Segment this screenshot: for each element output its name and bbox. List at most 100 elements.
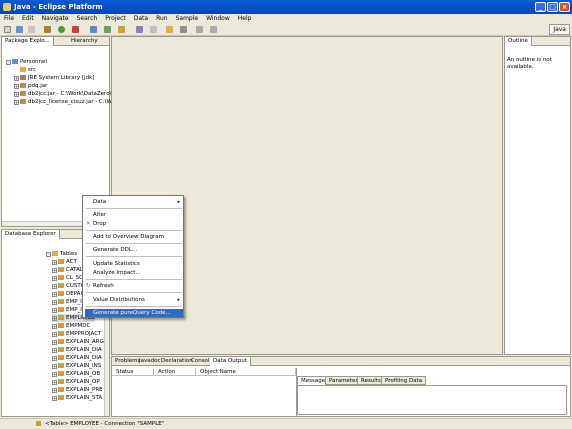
search-icon[interactable]: [150, 26, 157, 33]
menu-search[interactable]: Search: [73, 14, 102, 24]
table-item[interactable]: + EXPLAIN_OP: [52, 378, 100, 386]
table-item[interactable]: + EMPMDC: [52, 322, 90, 330]
table-item[interactable]: + ACT: [52, 258, 77, 266]
tab-package-explorer[interactable]: Package Explo...: [2, 37, 54, 46]
expand-icon[interactable]: +: [52, 332, 57, 337]
tree-item-jre[interactable]: + JRE System Library [jdk]: [14, 74, 94, 82]
table-item[interactable]: + EXPLAIN_DIA: [52, 354, 102, 362]
messages-area[interactable]: [297, 385, 567, 415]
save-icon[interactable]: [16, 26, 23, 33]
menu-run[interactable]: Run: [152, 14, 172, 24]
maximize-button[interactable]: □: [547, 2, 558, 12]
expand-icon[interactable]: +: [52, 324, 57, 329]
expand-icon[interactable]: +: [52, 396, 57, 401]
table-icon: [58, 267, 64, 272]
expand-icon[interactable]: +: [52, 348, 57, 353]
tree-item-tables[interactable]: - Tables: [46, 250, 77, 258]
back-icon[interactable]: [196, 26, 203, 33]
debug-icon[interactable]: [44, 26, 51, 33]
menu-item-add-to-overview-diagram[interactable]: Add to Overview Diagram: [85, 233, 183, 241]
table-icon: [58, 387, 64, 392]
tree-item-src[interactable]: src: [20, 66, 36, 74]
table-item[interactable]: + EXPLAIN_STA: [52, 394, 102, 402]
tab-hierarchy[interactable]: Hierarchy: [68, 37, 101, 46]
new-class-icon[interactable]: [118, 26, 125, 33]
menu-project[interactable]: Project: [101, 14, 130, 24]
tab-data-output[interactable]: Data Output: [210, 357, 251, 366]
expand-icon[interactable]: +: [14, 92, 19, 97]
menu-file[interactable]: File: [0, 14, 18, 24]
menu-item-refresh[interactable]: ↻ Refresh: [85, 282, 183, 290]
expand-icon[interactable]: +: [52, 284, 57, 289]
column-status[interactable]: Status: [112, 368, 154, 376]
expand-icon[interactable]: +: [52, 316, 57, 321]
print-icon[interactable]: [28, 26, 35, 33]
menu-data[interactable]: Data: [130, 14, 152, 24]
external-tools-icon[interactable]: [72, 26, 79, 33]
table-item[interactable]: + CATAL: [52, 266, 83, 274]
menu-help[interactable]: Help: [234, 14, 256, 24]
menu-navigate[interactable]: Navigate: [38, 14, 73, 24]
table-item[interactable]: + EXPLAIN_ARG: [52, 338, 104, 346]
expand-icon[interactable]: +: [52, 364, 57, 369]
menu-item-data[interactable]: Data ▸: [85, 198, 183, 206]
column-action[interactable]: Action: [154, 368, 196, 376]
table-item[interactable]: + DEPAI: [52, 290, 82, 298]
expand-icon[interactable]: +: [52, 268, 57, 273]
table-item[interactable]: + EXPLAIN_PRE: [52, 386, 103, 394]
table-item[interactable]: + CUSTO: [52, 282, 85, 290]
open-type-icon[interactable]: [136, 26, 143, 33]
tree-item-db2jcc-license[interactable]: + db2jcc_license_cisuz.jar - C:\Wo: [14, 98, 115, 106]
annotation-icon[interactable]: [180, 26, 187, 33]
expand-icon[interactable]: +: [52, 380, 57, 385]
menu-edit[interactable]: Edit: [18, 14, 38, 24]
collapse-icon[interactable]: -: [46, 252, 51, 257]
perspective-java[interactable]: Java: [549, 24, 570, 35]
new-package-icon[interactable]: [104, 26, 111, 33]
expand-icon[interactable]: +: [14, 76, 19, 81]
table-item[interactable]: + EMPPROJACT: [52, 330, 101, 338]
tab-database-explorer[interactable]: Database Explorer: [2, 230, 60, 239]
run-icon[interactable]: [58, 26, 65, 33]
minimize-button[interactable]: _: [535, 2, 546, 12]
expand-icon[interactable]: +: [52, 292, 57, 297]
tree-item-pdq[interactable]: + pdq.jar: [14, 82, 47, 90]
close-button[interactable]: ×: [559, 2, 570, 12]
expand-icon[interactable]: +: [52, 388, 57, 393]
menu-item-update-statistics[interactable]: Update Statistics: [85, 260, 183, 268]
table-item[interactable]: + EXPLAIN_DIA: [52, 346, 102, 354]
expand-icon[interactable]: +: [52, 372, 57, 377]
table-item[interactable]: + EMP_I: [52, 306, 82, 314]
new-java-project-icon[interactable]: [90, 26, 97, 33]
expand-icon[interactable]: +: [52, 308, 57, 313]
forward-icon[interactable]: [210, 26, 217, 33]
table-item[interactable]: + EXPLAIN_OB: [52, 370, 100, 378]
tree-item-db2jcc[interactable]: + db2jcc.jar - C:\Work\DataZero\j: [14, 90, 113, 98]
collapse-icon[interactable]: -: [6, 60, 11, 65]
tab-profiling-data[interactable]: Profiling Data: [381, 376, 427, 385]
expand-icon[interactable]: +: [52, 340, 57, 345]
menu-item-value-distributions[interactable]: Value Distributions ▸: [85, 296, 183, 304]
table-item[interactable]: + EMP_I: [52, 298, 82, 306]
menu-window[interactable]: Window: [202, 14, 234, 24]
table-item[interactable]: + CL_SC: [52, 274, 83, 282]
expand-icon[interactable]: +: [52, 300, 57, 305]
tree-item-personnel[interactable]: - Personnel: [6, 58, 47, 66]
expand-icon[interactable]: +: [52, 276, 57, 281]
expand-icon[interactable]: +: [14, 84, 19, 89]
column-object-name[interactable]: Object Name: [196, 368, 296, 376]
expand-icon[interactable]: +: [52, 260, 57, 265]
expand-icon[interactable]: +: [14, 100, 19, 105]
menu-sample[interactable]: Sample: [172, 14, 203, 24]
tab-outline[interactable]: Outline: [505, 37, 532, 46]
open-folder-icon[interactable]: [166, 26, 173, 33]
table-icon: [58, 307, 64, 312]
expand-icon[interactable]: +: [52, 356, 57, 361]
new-icon[interactable]: [4, 26, 11, 33]
menu-item-analyze-impact[interactable]: Analyze Impact...: [85, 269, 183, 277]
menu-item-generate-ddl[interactable]: Generate DDL...: [85, 246, 183, 254]
menu-item-generate-purequery-code[interactable]: Generate pureQuery Code...: [85, 309, 183, 317]
menu-item-alter[interactable]: Alter: [85, 211, 183, 219]
table-item[interactable]: + EXPLAIN_INS: [52, 362, 101, 370]
menu-item-drop[interactable]: ✕ Drop: [85, 220, 183, 228]
